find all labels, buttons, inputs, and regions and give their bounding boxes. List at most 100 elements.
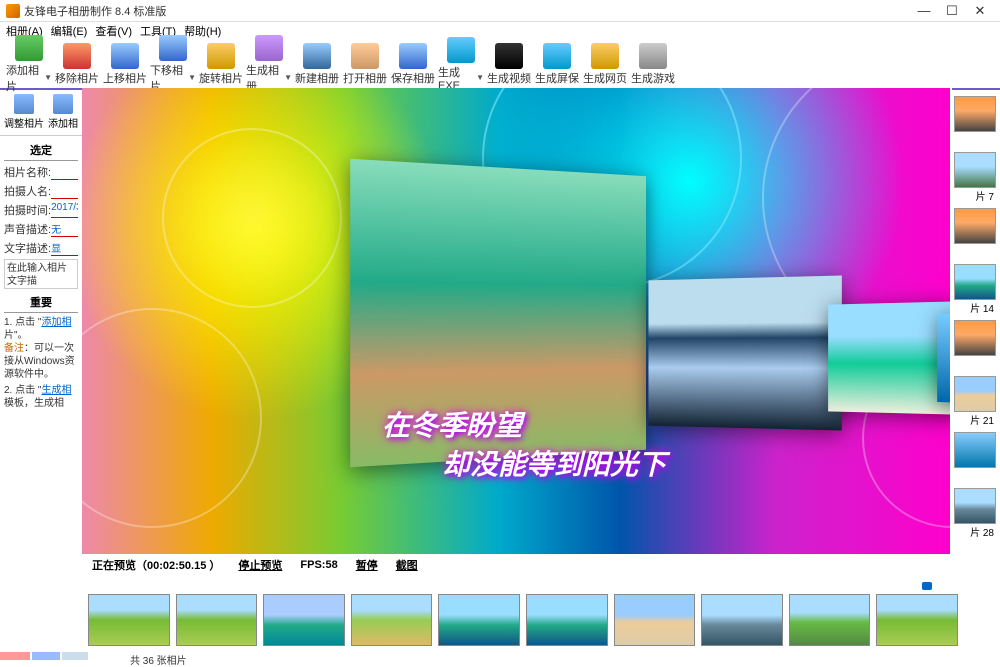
photographer-label: 拍摄人名: — [4, 183, 51, 199]
toolbar-label: 上移相片 — [103, 70, 147, 86]
filmstrip-thumbnail[interactable] — [263, 594, 345, 646]
filmstrip-thumbnail[interactable] — [876, 594, 958, 646]
toolbar-保存相册[interactable]: 保存相册 — [390, 43, 436, 86]
slide-photo-4 — [937, 312, 950, 404]
filmstrip-thumbnail[interactable] — [351, 594, 433, 646]
description-textarea[interactable]: 在此输入相片文字描 — [4, 259, 78, 289]
thumbnail-item[interactable] — [954, 96, 996, 148]
toolbar-移除相片[interactable]: 移除相片 — [54, 43, 100, 86]
toolbar-label: 生成视频 — [487, 70, 531, 86]
toolbar-新建相册[interactable]: 新建相册 — [294, 43, 340, 86]
sidebar-label: 调整相片 — [4, 115, 44, 130]
toolbar-添加相片[interactable]: 添加相片▼ — [6, 35, 52, 94]
toolbar-上移相片[interactable]: 上移相片 — [102, 43, 148, 86]
thumbnail-item[interactable]: 片 14 — [954, 264, 996, 316]
properties-panel: 选定 相片名称: 拍摄人名: 拍摄时间:2017/3/7 声音描述:无 文字描述… — [0, 136, 82, 516]
minimize-button[interactable]: — — [910, 2, 938, 20]
dropdown-icon[interactable]: ▼ — [44, 73, 52, 82]
generate-album-link[interactable]: 生成相 — [41, 385, 71, 396]
screenshot-button[interactable]: 截图 — [396, 557, 418, 573]
toolbar-生成 EXE[interactable]: 生成 EXE▼ — [438, 37, 484, 92]
dropdown-icon[interactable]: ▼ — [476, 73, 484, 82]
sound-desc-label: 声音描述: — [4, 221, 51, 237]
filmstrip-thumbnail[interactable] — [614, 594, 696, 646]
toolbar-旋转相片[interactable]: 旋转相片 — [198, 43, 244, 86]
filmstrip-thumbnail[interactable] — [176, 594, 258, 646]
thumbnail-image — [954, 208, 996, 244]
toolbar-生成网页[interactable]: 生成网页 — [582, 43, 628, 86]
window-title: 友锋电子相册制作 8.4 标准版 — [24, 3, 166, 19]
menu-item[interactable]: 查看(V) — [95, 23, 132, 39]
toolbar-生成相册[interactable]: 生成相册▼ — [246, 35, 292, 94]
main-toolbar: 添加相片▼移除相片上移相片下移相片▼旋转相片生成相册▼新建相册打开相册保存相册生… — [0, 40, 1000, 90]
toolbar-icon — [447, 37, 475, 63]
toolbar-label: 旋转相片 — [199, 70, 243, 86]
secondary-toolbar: 调整相片添加相 — [0, 92, 82, 136]
thumbnail-image — [954, 488, 996, 524]
photographer-input[interactable] — [51, 183, 78, 199]
thumbnail-item[interactable]: 片 7 — [954, 152, 996, 204]
toolbar-icon — [207, 43, 235, 69]
thumbnail-image — [954, 376, 996, 412]
shot-time-input[interactable]: 2017/3/7 — [51, 202, 78, 218]
toolbar-下移相片[interactable]: 下移相片▼ — [150, 35, 196, 94]
pause-button[interactable]: 暂停 — [356, 557, 378, 573]
filmstrip-thumbnail[interactable] — [789, 594, 871, 646]
thumbnail-item[interactable]: 片 21 — [954, 376, 996, 428]
shot-time-label: 拍摄时间: — [4, 202, 51, 218]
toolbar-icon — [63, 43, 91, 69]
thumbnail-label: 片 28 — [954, 524, 996, 539]
app-icon — [6, 4, 20, 18]
bottom-left-tabs[interactable] — [0, 652, 88, 662]
filmstrip-thumbnail[interactable] — [701, 594, 783, 646]
add-photo-link[interactable]: 添加相 — [41, 317, 71, 328]
toolbar-icon — [351, 43, 379, 69]
thumbnail-item[interactable]: 片 28 — [954, 488, 996, 540]
tab-indicator[interactable] — [0, 652, 30, 660]
toolbar-label: 生成游戏 — [631, 70, 675, 86]
toolbar-生成游戏[interactable]: 生成游戏 — [630, 43, 676, 86]
sidebar-添加相[interactable]: 添加相 — [48, 94, 78, 133]
timeline-scrollbar[interactable] — [82, 582, 952, 592]
preview-canvas[interactable]: 在冬季盼望 却没能等到阳光下 — [82, 88, 950, 554]
photo-name-input[interactable] — [51, 164, 78, 180]
thumbnail-image — [954, 264, 996, 300]
filmstrip-thumbnail[interactable] — [438, 594, 520, 646]
toolbar-label: 生成网页 — [583, 70, 627, 86]
toolbar-icon — [255, 35, 283, 61]
dropdown-icon[interactable]: ▼ — [188, 73, 196, 82]
toolbar-打开相册[interactable]: 打开相册 — [342, 43, 388, 86]
preview-status-bar: 正在预览（00:02:50.15 ） 停止预览 FPS:58 暂停 截图 — [82, 554, 952, 576]
photo-name-label: 相片名称: — [4, 164, 51, 180]
toolbar-生成视频[interactable]: 生成视频 — [486, 43, 532, 86]
bottom-thumbnail-strip[interactable] — [88, 594, 958, 652]
maximize-button[interactable]: ☐ — [938, 2, 966, 20]
tab-indicator[interactable] — [62, 652, 88, 660]
filmstrip-thumbnail[interactable] — [88, 594, 170, 646]
bokeh-circle — [82, 308, 262, 528]
toolbar-label: 添加相片 — [6, 62, 43, 94]
photo-count: 共 36 张相片 — [130, 656, 187, 667]
stop-preview-button[interactable]: 停止预览 — [238, 557, 282, 573]
dropdown-icon[interactable]: ▼ — [284, 73, 292, 82]
tab-indicator[interactable] — [32, 652, 60, 660]
toolbar-icon — [159, 35, 187, 61]
thumbnail-item[interactable] — [954, 432, 996, 484]
toolbar-生成屏保[interactable]: 生成屏保 — [534, 43, 580, 86]
thumbnail-item[interactable] — [954, 320, 996, 372]
close-button[interactable]: ✕ — [966, 2, 994, 20]
text-desc-input[interactable]: 显 — [51, 240, 78, 256]
thumbnail-image — [954, 152, 996, 188]
sound-desc-input[interactable]: 无 — [51, 221, 78, 237]
filmstrip-thumbnail[interactable] — [526, 594, 608, 646]
menu-item[interactable]: 编辑(E) — [51, 23, 88, 39]
thumbnail-item[interactable] — [954, 208, 996, 260]
sidebar-调整相片[interactable]: 调整相片 — [4, 94, 44, 133]
scrollbar-handle[interactable] — [922, 582, 932, 590]
toolbar-label: 打开相册 — [343, 70, 387, 86]
preview-area: 在冬季盼望 却没能等到阳光下 正在预览（00:02:50.15 ） 停止预览 F… — [82, 88, 952, 578]
right-thumbnail-list[interactable]: 片 7 片 14 片 21 片 28 — [952, 92, 1000, 578]
toolbar-icon — [15, 35, 43, 61]
toolbar-label: 保存相册 — [391, 70, 435, 86]
section-header-tips: 重要 — [4, 292, 78, 313]
